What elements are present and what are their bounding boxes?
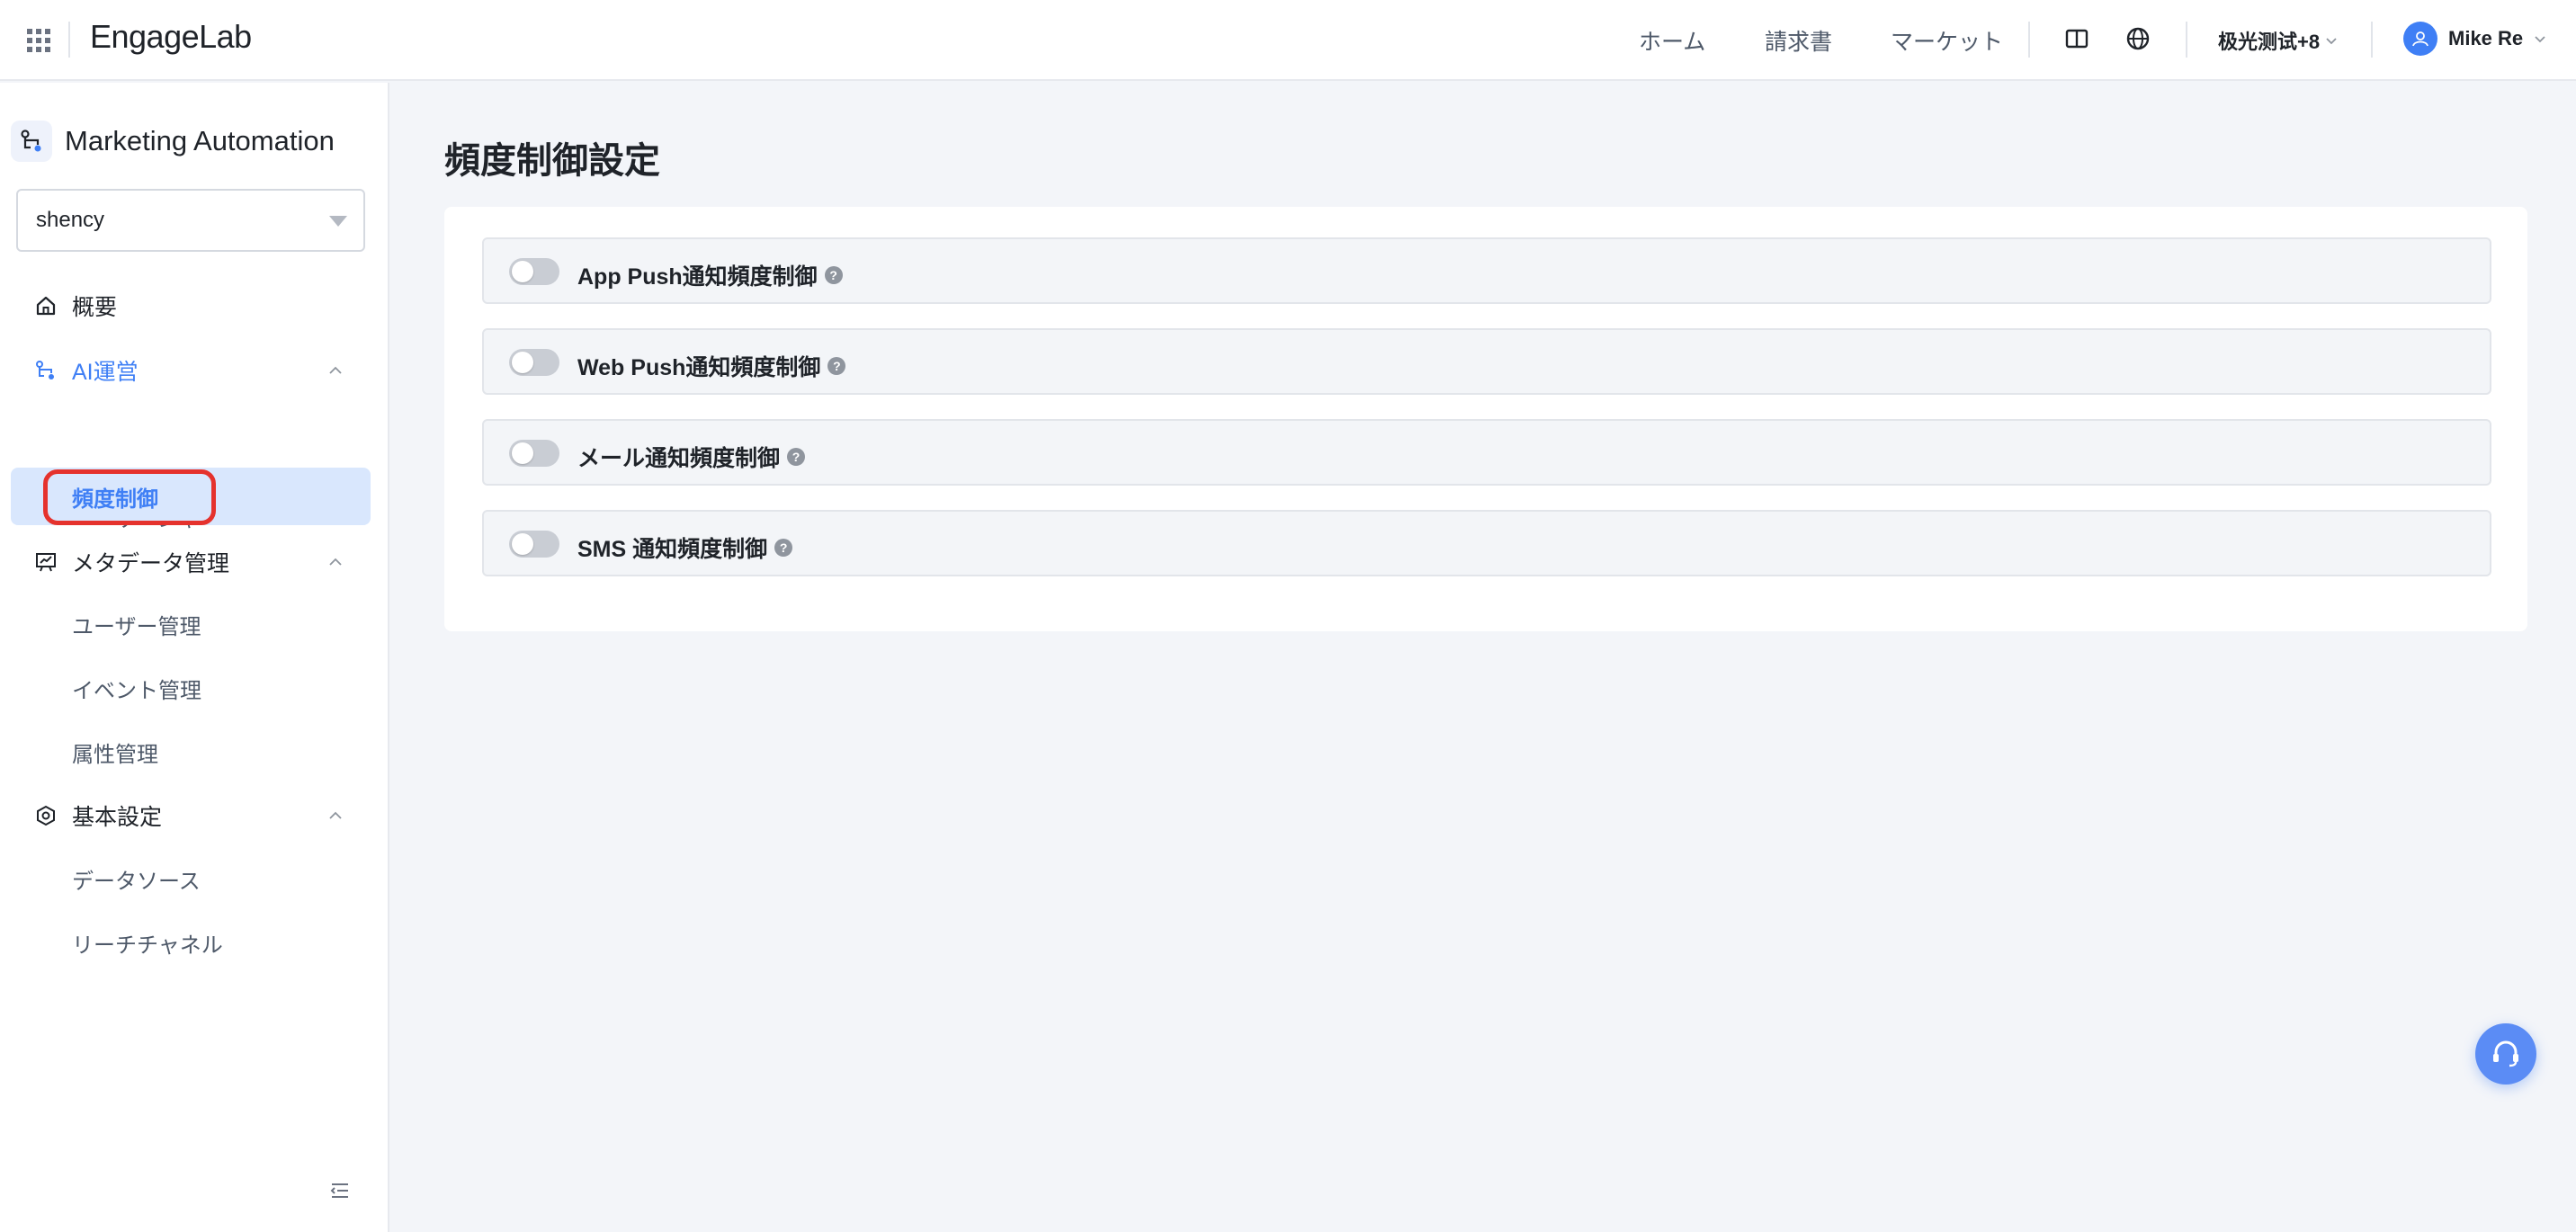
- avatar: [2403, 22, 2437, 56]
- divider: [2028, 22, 2030, 58]
- top-bar: EngageLab ホーム 請求書 マーケット 极光测试+8 Mike Re: [0, 0, 2576, 81]
- user-icon: [2412, 31, 2428, 47]
- support-chat-button[interactable]: [2475, 1023, 2536, 1085]
- product-header: Marketing Automation: [11, 121, 335, 162]
- toggle-switch[interactable]: [509, 440, 559, 467]
- rule-label-text: メール通知頻度制御: [577, 446, 781, 471]
- toggle-switch[interactable]: [509, 349, 559, 376]
- automation-icon: [11, 121, 52, 162]
- chevron-down-icon: [2326, 38, 2337, 45]
- rule-label: Web Push通知頻度制御 ?: [577, 350, 846, 382]
- toggle-knob: [512, 352, 533, 373]
- page-title: 頻度制御設定: [444, 141, 660, 181]
- caret-down-icon: [329, 216, 347, 227]
- rule-row-sms: SMS 通知頻度制御 ?: [482, 510, 2491, 576]
- menu-label: リーチチャネル: [72, 933, 223, 958]
- toggle-knob: [512, 533, 533, 555]
- user-menu[interactable]: Mike Re: [2403, 22, 2546, 56]
- divider: [2371, 22, 2373, 58]
- divider: [2186, 22, 2187, 58]
- menu-label: イベント管理: [72, 678, 201, 703]
- home-icon: [36, 296, 56, 316]
- rule-row-web-push: Web Push通知頻度制御 ?: [482, 328, 2491, 395]
- settings-icon: [37, 805, 55, 826]
- org-name: 极光测试+8: [2218, 31, 2321, 53]
- org-switcher[interactable]: 极光测试+8: [2218, 26, 2338, 55]
- apps-grid-icon[interactable]: [27, 29, 50, 52]
- rule-label-text: App Push通知頻度制御: [577, 264, 818, 290]
- help-icon[interactable]: ?: [827, 357, 846, 375]
- menu-label: メタデータ管理: [72, 551, 230, 576]
- toggle-knob: [512, 442, 533, 464]
- flow-icon: [36, 361, 54, 379]
- menu-label: データソース: [72, 869, 201, 894]
- user-name: Mike Re: [2448, 27, 2524, 49]
- menu-user-mgmt[interactable]: ユーザー管理: [0, 597, 389, 651]
- menu-ai-ops[interactable]: AI運営: [0, 345, 389, 396]
- globe-icon[interactable]: [2124, 25, 2151, 52]
- presentation-icon: [36, 553, 56, 572]
- rule-row-app-push: App Push通知頻度制御 ?: [482, 237, 2491, 304]
- chevron-down-icon: [2535, 36, 2545, 43]
- menu-metadata[interactable]: メタデータ管理: [0, 537, 389, 587]
- divider: [68, 22, 70, 58]
- menu-frequency-control[interactable]: 頻度制御: [11, 468, 371, 525]
- menu-overview[interactable]: 概要: [0, 281, 389, 331]
- toggle-switch[interactable]: [509, 531, 559, 558]
- toggle-switch[interactable]: [509, 258, 559, 285]
- help-icon[interactable]: ?: [774, 539, 793, 557]
- nav-home[interactable]: ホーム: [1639, 24, 1705, 57]
- toggle-knob: [512, 261, 533, 282]
- menu-attr-mgmt[interactable]: 属性管理: [0, 725, 389, 779]
- menu-label: 頻度制御: [72, 487, 158, 512]
- menu-label: ユーザー管理: [72, 614, 201, 639]
- menu-label: 属性管理: [72, 742, 158, 767]
- chevron-up-icon: [329, 558, 342, 566]
- nav-market[interactable]: マーケット: [1891, 24, 2003, 57]
- sidebar: Marketing Automation shency 概要 AI運営 ユーザー…: [0, 83, 389, 1232]
- rule-label: App Push通知頻度制御 ?: [577, 259, 843, 291]
- menu-label: 基本設定: [72, 805, 163, 830]
- app-select-value: shency: [36, 208, 105, 232]
- rule-row-email: メール通知頻度制御 ?: [482, 419, 2491, 486]
- logo[interactable]: EngageLab: [90, 18, 252, 56]
- menu-event-mgmt[interactable]: イベント管理: [0, 661, 389, 715]
- chevron-up-icon: [329, 366, 342, 374]
- menu-label: 概要: [72, 295, 118, 320]
- help-icon[interactable]: ?: [824, 266, 843, 284]
- product-name: Marketing Automation: [65, 125, 335, 156]
- help-icon[interactable]: ?: [787, 448, 806, 466]
- headset-icon: [2493, 1040, 2518, 1067]
- nav-billing[interactable]: 請求書: [1765, 24, 1832, 57]
- rule-label-text: Web Push通知頻度制御: [577, 355, 821, 380]
- menu-label: AI運営: [72, 360, 139, 385]
- rule-label-text: SMS 通知頻度制御: [577, 537, 768, 562]
- book-icon[interactable]: [2063, 25, 2090, 52]
- menu-data-source[interactable]: データソース: [0, 852, 389, 906]
- chevron-up-icon: [329, 811, 342, 819]
- rule-label: メール通知頻度制御 ?: [577, 441, 806, 473]
- rule-label: SMS 通知頻度制御 ?: [577, 531, 793, 564]
- collapse-sidebar-icon[interactable]: [329, 1180, 351, 1201]
- menu-basic-settings[interactable]: 基本設定: [0, 790, 389, 841]
- app-select[interactable]: shency: [16, 189, 365, 252]
- frequency-settings-panel: App Push通知頻度制御 ? Web Push通知頻度制御 ? メール通知頻…: [444, 207, 2527, 631]
- menu-reach-channel[interactable]: リーチチャネル: [0, 915, 389, 969]
